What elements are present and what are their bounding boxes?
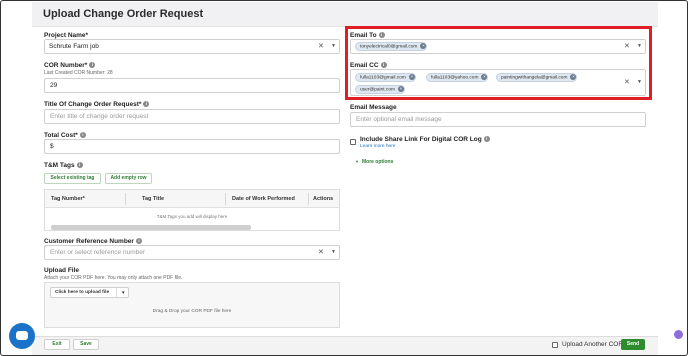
upload-another-label: Upload Another COR: [562, 341, 624, 348]
clear-icon[interactable]: ✕: [318, 42, 324, 50]
remove-chip-icon[interactable]: ×: [570, 74, 577, 80]
remove-chip-icon[interactable]: ×: [408, 74, 415, 80]
email-to-label: Email To i: [350, 32, 385, 39]
chevron-down-icon: ▼: [355, 159, 359, 164]
email-cc-label: Email CC i: [350, 62, 387, 69]
title-input[interactable]: Enter title of change order request: [44, 109, 340, 124]
share-link-checkbox[interactable]: [350, 139, 356, 145]
tm-tags-table: Tag Number* Tag Title Date of Work Perfo…: [44, 189, 340, 231]
title-label: Title Of Change Order Request* i: [44, 101, 150, 108]
column-header: Tag Title: [142, 196, 165, 202]
tm-tags-label: T&M Tags i: [44, 162, 83, 169]
share-link-label: Include Share Link For Digital COR Log i: [360, 136, 490, 143]
info-icon: i: [380, 62, 387, 69]
column-divider: [125, 193, 126, 205]
table-header: Tag Number* Tag Title Date of Work Perfo…: [45, 190, 339, 208]
email-chip: fulla1103@gmail.com ×: [355, 73, 416, 82]
email-message-placeholder: Enter optional email message: [356, 116, 442, 123]
project-name-select[interactable]: Schrute Farm job ✕ ▼: [44, 39, 340, 54]
total-cost-input[interactable]: $: [44, 139, 340, 154]
upload-file-button-label: Click here to upload file: [55, 290, 110, 295]
column-header: Actions: [313, 196, 334, 202]
customer-reference-label: Customer Reference Number i: [44, 238, 142, 245]
info-icon: i: [76, 162, 83, 169]
assistant-icon[interactable]: [674, 330, 683, 339]
customer-reference-placeholder: Enter or select reference number: [50, 249, 146, 256]
info-icon: i: [89, 62, 96, 69]
email-message-label: Email Message: [350, 104, 397, 111]
more-options-link[interactable]: ▼ More options: [355, 159, 393, 165]
info-icon: i: [135, 238, 142, 245]
upload-file-label: Upload File: [44, 267, 80, 274]
clear-icon[interactable]: ✕: [318, 248, 324, 256]
exit-button[interactable]: Exit: [44, 339, 70, 350]
button-divider: [116, 288, 117, 297]
drop-zone-text: Drag & Drop your COR PDF file here: [152, 309, 232, 314]
column-divider: [308, 193, 309, 205]
project-name-label: Project Name*: [44, 32, 89, 39]
customer-reference-select[interactable]: Enter or select reference number ✕ ▼: [44, 245, 340, 260]
upload-file-button[interactable]: Click here to upload file ▼: [50, 287, 129, 298]
chevron-down-icon[interactable]: ▼: [637, 43, 642, 49]
app-window: Upload Change Order Request Project Name…: [0, 0, 688, 356]
email-chip: tonyelectrical0@gmail.com ×: [355, 42, 428, 51]
email-message-input[interactable]: Enter optional email message: [350, 112, 646, 127]
clear-icon[interactable]: ✕: [624, 42, 630, 50]
save-button[interactable]: Save: [73, 339, 99, 350]
clear-icon[interactable]: ✕: [624, 78, 630, 86]
remove-chip-icon[interactable]: ×: [398, 86, 404, 92]
chat-widget-button[interactable]: [9, 323, 35, 349]
info-icon: i: [143, 101, 150, 108]
table-empty-state: T&M Tags you add will display here: [156, 214, 228, 219]
column-divider: [225, 193, 226, 205]
email-chip: fulla1103@yahoo.com ×: [426, 73, 489, 82]
select-existing-tag-button[interactable]: Select existing tag: [44, 173, 101, 184]
total-cost-label: Total Cost* i: [44, 132, 86, 139]
email-chip: user@paint.com ×: [355, 85, 405, 94]
info-icon: i: [483, 136, 490, 143]
title-placeholder: Enter title of change order request: [50, 113, 149, 120]
upload-file-hint: Attach your COR PDF here. You may only a…: [44, 275, 183, 281]
cor-number-value: 29: [50, 82, 58, 89]
chevron-down-icon[interactable]: ▼: [121, 290, 125, 295]
last-cor-number: Last Created COR Number: 28: [44, 70, 113, 76]
cor-number-input[interactable]: 29: [44, 78, 340, 93]
page-title: Upload Change Order Request: [43, 8, 204, 20]
total-cost-value: $: [50, 143, 54, 150]
cor-number-label: COR Number* i: [44, 62, 96, 69]
column-header: Date of Work Performed: [232, 196, 295, 202]
horizontal-scrollbar[interactable]: [51, 225, 251, 230]
info-icon: i: [79, 132, 86, 139]
page-header: Upload Change Order Request: [32, 2, 658, 27]
email-cc-field[interactable]: fulla1103@gmail.com × fulla1103@yahoo.com…: [350, 69, 646, 96]
column-header: Tag Number*: [51, 196, 85, 202]
chevron-down-icon[interactable]: ▼: [637, 79, 642, 85]
file-drop-zone[interactable]: Click here to upload file ▼ Drag & Drop …: [44, 282, 340, 328]
chevron-down-icon[interactable]: ▼: [331, 249, 336, 255]
add-empty-row-button[interactable]: Add empty row: [105, 173, 152, 184]
upload-another-checkbox[interactable]: [552, 342, 558, 348]
project-name-value: Schrute Farm job: [49, 43, 99, 50]
chevron-down-icon[interactable]: ▼: [331, 43, 336, 49]
send-button[interactable]: Send: [621, 339, 645, 350]
info-icon: i: [378, 32, 385, 39]
remove-chip-icon[interactable]: ×: [481, 74, 488, 80]
chat-bubble-icon: [16, 331, 28, 340]
email-to-field[interactable]: tonyelectrical0@gmail.com × ✕ ▼: [350, 39, 646, 54]
learn-more-link[interactable]: Learn more here: [360, 144, 395, 149]
email-chip: paintingwithangela@gmail.com ×: [496, 73, 578, 82]
remove-chip-icon[interactable]: ×: [420, 43, 427, 49]
